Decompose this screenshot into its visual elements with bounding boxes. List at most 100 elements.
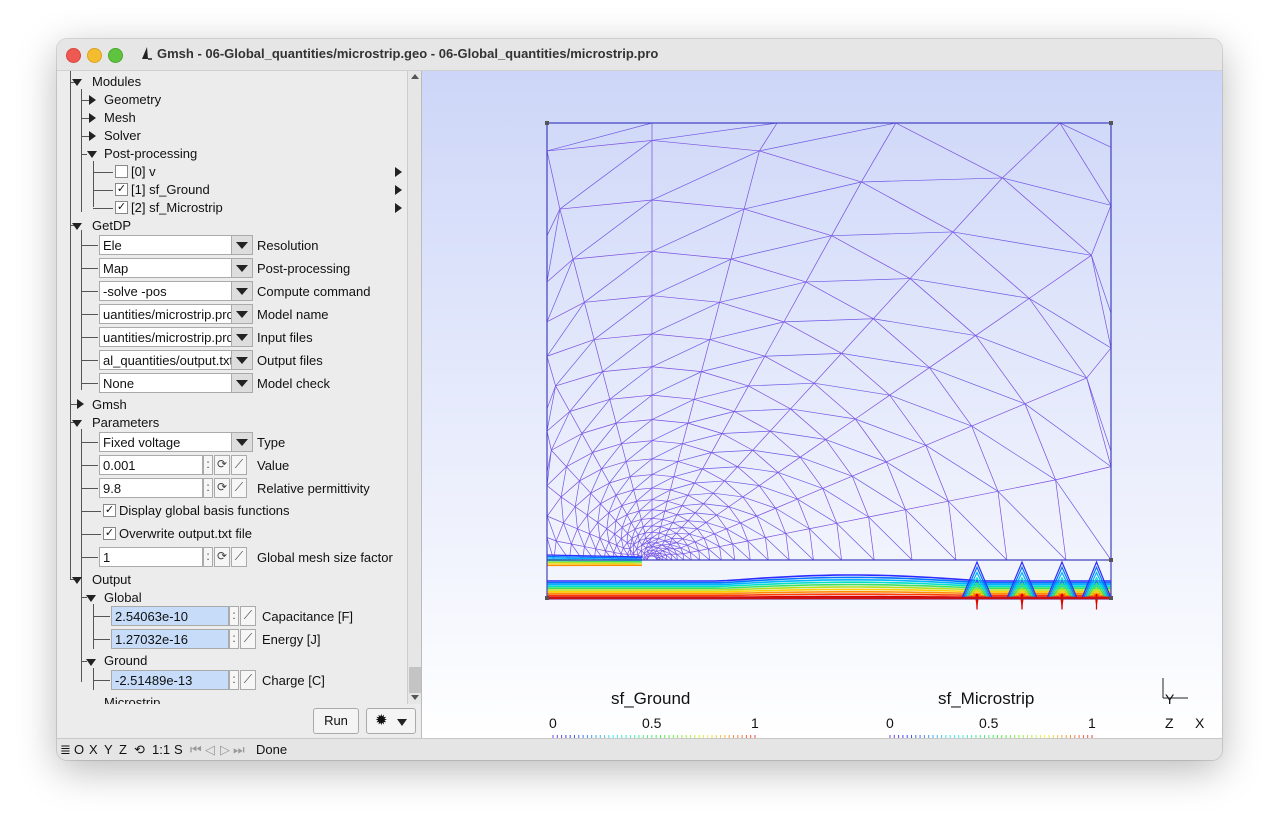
display-basis-checkbox[interactable]: ✓: [103, 504, 116, 517]
tree-parameters[interactable]: Parameters: [92, 415, 159, 430]
energy-menu-button[interactable]: :: [229, 629, 239, 649]
minimize-window-button[interactable]: [87, 48, 102, 63]
chevron-down-icon[interactable]: [231, 236, 252, 254]
ortho-button[interactable]: O: [74, 742, 84, 757]
capacitance-menu-button[interactable]: :: [229, 606, 239, 626]
mesh-size-factor-input[interactable]: 1: [99, 547, 203, 567]
tree-microstrip-partial[interactable]: Microstrip: [104, 695, 160, 704]
value-loop-icon[interactable]: ⟳: [214, 455, 230, 475]
tree-output[interactable]: Output: [92, 572, 131, 587]
compute-command-select[interactable]: -solve -pos: [99, 281, 253, 301]
charge-output[interactable]: -2.51489e-13: [111, 670, 229, 690]
capacitance-graph-icon[interactable]: ⟋: [240, 606, 256, 626]
chevron-down-icon[interactable]: [231, 305, 252, 323]
tree-global[interactable]: Global: [104, 590, 142, 605]
mesh-edge: [590, 482, 610, 494]
tree-post-processing[interactable]: Post-processing: [104, 146, 197, 161]
mesh-plot[interactable]: [422, 71, 1222, 738]
global-expand-icon[interactable]: [86, 595, 96, 602]
solver-collapsed-icon[interactable]: [89, 131, 96, 141]
value-menu-button[interactable]: :: [203, 455, 213, 475]
getdp-expand-icon[interactable]: [72, 223, 82, 230]
chevron-down-icon[interactable]: [231, 351, 252, 369]
value-graph-icon[interactable]: ⟋: [231, 455, 247, 475]
y-view-button[interactable]: Y: [104, 742, 113, 757]
parameters-expand-icon[interactable]: [72, 420, 82, 427]
x-view-button[interactable]: X: [89, 742, 98, 757]
rotate-icon[interactable]: ⟲: [134, 742, 145, 758]
model-name-select[interactable]: uantities/microstrip.pro: [99, 304, 253, 324]
tree-scrollbar[interactable]: [407, 71, 422, 704]
gear-menu-button[interactable]: ✹: [366, 708, 416, 734]
charge-menu-button[interactable]: :: [229, 670, 239, 690]
chevron-down-icon[interactable]: [231, 259, 252, 277]
value-input[interactable]: 0.001: [99, 455, 203, 475]
first-step-icon[interactable]: ⏮: [190, 742, 202, 758]
tree-getdp[interactable]: GetDP: [92, 218, 131, 233]
scale-button[interactable]: 1:1: [152, 742, 170, 757]
tree-mesh[interactable]: Mesh: [104, 110, 136, 125]
run-button[interactable]: Run: [313, 708, 359, 734]
model-check-select[interactable]: None: [99, 373, 253, 393]
mesh-edge: [660, 526, 670, 530]
output-files-select[interactable]: al_quantities/output.txt: [99, 350, 253, 370]
ground-expand-icon[interactable]: [86, 659, 96, 666]
meshsize-menu-button[interactable]: :: [203, 547, 213, 567]
view-1-label[interactable]: [1] sf_Ground: [131, 182, 210, 197]
chevron-down-icon[interactable]: [231, 433, 252, 451]
graphics-window[interactable]: sf_Ground 0 0.5 1 sf_Microstrip 0 0.5 1 …: [421, 71, 1222, 738]
resolution-select[interactable]: Ele: [99, 235, 253, 255]
overwrite-checkbox[interactable]: ✓: [103, 527, 116, 540]
tree-geometry[interactable]: Geometry: [104, 92, 161, 107]
meshsize-loop-icon[interactable]: ⟳: [214, 547, 230, 567]
prev-step-icon[interactable]: ◁: [205, 742, 215, 758]
type-select[interactable]: Fixed voltage: [99, 432, 253, 452]
play-icon[interactable]: ▷: [220, 742, 230, 758]
gmsh-collapsed-icon[interactable]: [77, 399, 84, 409]
tree-ground[interactable]: Ground: [104, 653, 147, 668]
post-processing-expand-icon[interactable]: [87, 151, 97, 158]
display-basis-label[interactable]: Display global basis functions: [119, 503, 290, 518]
capacitance-output[interactable]: 2.54063e-10: [111, 606, 229, 626]
tree-solver[interactable]: Solver: [104, 128, 141, 143]
chevron-down-icon[interactable]: [231, 282, 252, 300]
chevron-down-icon[interactable]: [231, 328, 252, 346]
view-0-label[interactable]: [0] v: [131, 164, 156, 179]
view-2-menu-icon[interactable]: [395, 203, 402, 213]
view-2-checkbox[interactable]: ✓: [115, 201, 128, 214]
scrollbar-thumb[interactable]: [409, 667, 421, 693]
menu-icon[interactable]: ≣: [60, 742, 71, 758]
z-view-button[interactable]: Z: [119, 742, 127, 757]
modules-expand-icon[interactable]: [72, 79, 82, 86]
output-expand-icon[interactable]: [72, 577, 82, 584]
view-0-menu-icon[interactable]: [395, 167, 402, 177]
energy-graph-icon[interactable]: ⟋: [240, 629, 256, 649]
input-files-select[interactable]: uantities/microstrip.pro: [99, 327, 253, 347]
overwrite-label[interactable]: Overwrite output.txt file: [119, 526, 252, 541]
permittivity-menu-button[interactable]: :: [203, 478, 213, 498]
view-1-checkbox[interactable]: ✓: [115, 183, 128, 196]
scroll-up-icon[interactable]: [411, 74, 419, 79]
mesh-collapsed-icon[interactable]: [89, 113, 96, 123]
scroll-down-icon[interactable]: [411, 695, 419, 700]
next-step-icon[interactable]: ⏭: [233, 742, 245, 758]
mesh-edge: [759, 150, 862, 183]
energy-output[interactable]: 1.27032e-16: [111, 629, 229, 649]
view-2-label[interactable]: [2] sf_Microstrip: [131, 200, 223, 215]
zoom-window-button[interactable]: [108, 48, 123, 63]
meshsize-graph-icon[interactable]: ⟋: [231, 547, 247, 567]
chevron-down-icon[interactable]: [231, 374, 252, 392]
permittivity-loop-icon[interactable]: ⟳: [214, 478, 230, 498]
close-window-button[interactable]: [66, 48, 81, 63]
geometry-collapsed-icon[interactable]: [89, 95, 96, 105]
relative-permittivity-input[interactable]: 9.8: [99, 478, 203, 498]
s-button[interactable]: S: [174, 742, 183, 757]
tree-gmsh[interactable]: Gmsh: [92, 397, 127, 412]
view-0-checkbox[interactable]: [115, 165, 128, 178]
charge-graph-icon[interactable]: ⟋: [240, 670, 256, 690]
view-1-menu-icon[interactable]: [395, 185, 402, 195]
permittivity-graph-icon[interactable]: ⟋: [231, 478, 247, 498]
post-processing-select[interactable]: Map: [99, 258, 253, 278]
tree-modules[interactable]: Modules: [92, 74, 141, 89]
mesh-edge: [559, 140, 653, 210]
